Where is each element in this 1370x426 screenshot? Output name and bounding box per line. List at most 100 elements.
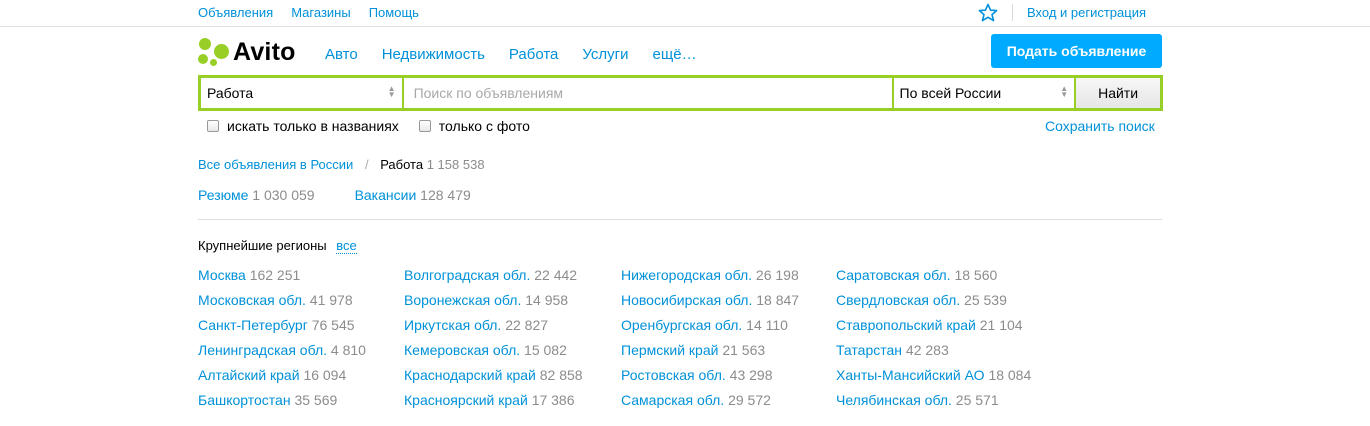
login-link[interactable]: Вход и регистрация	[1027, 5, 1146, 20]
checkbox-with-photo[interactable]	[418, 120, 431, 132]
region-link[interactable]: Самарская обл.	[621, 392, 724, 408]
region-item: Волгоградская обл. 22 442	[404, 267, 583, 292]
region-item: Красноярский край 17 386	[404, 392, 583, 417]
subcategory-item: Резюме 1 030 059	[198, 187, 315, 203]
region-count: 82 858	[539, 367, 583, 383]
region-item: Иркутская обл. 22 827	[404, 317, 583, 342]
region-count: 15 082	[524, 342, 567, 358]
region-item: Пермский край 21 563	[621, 342, 799, 367]
region-select[interactable]: По всей России ▲ ▼	[893, 78, 1075, 108]
breadcrumb-separator: /	[364, 157, 369, 172]
divider	[198, 219, 1162, 220]
category-select[interactable]: Работа ▲ ▼	[201, 78, 402, 108]
region-link[interactable]: Краснодарский край	[404, 367, 536, 383]
option-with-photo[interactable]: только с фото	[418, 118, 530, 134]
region-item: Алтайский край 16 094	[198, 367, 366, 392]
regions-column: Москва 162 251 Московская обл. 41 978 Санк…	[198, 267, 366, 417]
breadcrumb-current: Работа	[380, 157, 424, 172]
region-link[interactable]: Воронежская обл.	[404, 292, 521, 308]
region-link[interactable]: Нижегородская обл.	[621, 267, 752, 283]
option-photo-label: только с фото	[438, 118, 530, 134]
region-link[interactable]: Челябинская обл.	[836, 392, 952, 408]
region-count: 17 386	[531, 392, 575, 408]
region-item: Воронежская обл. 14 958	[404, 292, 583, 317]
region-value: По всей России	[899, 85, 1002, 101]
region-count: 25 571	[955, 392, 999, 408]
regions-column: Нижегородская обл. 26 198 Новосибирская о…	[621, 267, 799, 417]
region-link[interactable]: Иркутская обл.	[404, 317, 501, 333]
region-item: Свердловская обл. 25 539	[836, 292, 1031, 317]
region-link[interactable]: Оренбургская обл.	[621, 317, 742, 333]
region-link[interactable]: Саратовская обл.	[836, 267, 951, 283]
option-titles-only[interactable]: искать только в названиях	[207, 118, 399, 134]
star-icon[interactable]	[978, 3, 998, 23]
region-link[interactable]: Ставропольский край	[836, 317, 976, 333]
region-count: 41 978	[309, 292, 353, 308]
region-link[interactable]: Ростовская обл.	[621, 367, 726, 383]
region-link[interactable]: Татарстан	[836, 342, 902, 358]
region-count: 162 251	[249, 267, 301, 283]
region-link[interactable]: Башкортостан	[198, 392, 291, 408]
nav-services[interactable]: Услуги	[582, 46, 628, 63]
region-link[interactable]: Москва	[198, 267, 246, 283]
region-link[interactable]: Санкт-Петербург	[198, 317, 308, 333]
post-ad-button[interactable]: Подать объявление	[991, 34, 1162, 68]
region-link[interactable]: Красноярский край	[404, 392, 528, 408]
subcategories: Резюме 1 030 059 Вакансии 128 479	[198, 187, 471, 203]
region-item: Москва 162 251	[198, 267, 366, 292]
search-placeholder: Поиск по объявлениям	[413, 85, 564, 101]
nav-realty[interactable]: Недвижимость	[382, 46, 485, 63]
region-item: Санкт-Петербург 76 545	[198, 317, 366, 342]
top-link-shops[interactable]: Магазины	[291, 5, 351, 20]
nav-more[interactable]: ещё…	[653, 46, 697, 63]
region-item: Саратовская обл. 18 560	[836, 267, 1031, 292]
region-item: Нижегородская обл. 26 198	[621, 267, 799, 292]
breadcrumb: Все объявления в России / Работа 1 158 5…	[198, 157, 485, 172]
region-count: 35 569	[294, 392, 338, 408]
save-search-link[interactable]: Сохранить поиск	[1045, 118, 1155, 134]
logo-dots-icon	[197, 37, 231, 67]
top-link-ads[interactable]: Объявления	[198, 5, 273, 20]
subcategory-link[interactable]: Вакансии	[355, 187, 417, 203]
top-bar: Объявления Магазины Помощь Вход и регист…	[0, 0, 1370, 27]
avito-logo[interactable]: Avito	[197, 36, 307, 68]
select-arrows-icon: ▲ ▼	[387, 84, 396, 99]
region-link[interactable]: Кемеровская обл.	[404, 342, 520, 358]
nav-jobs[interactable]: Работа	[509, 46, 559, 63]
checkbox-titles-only[interactable]	[207, 120, 219, 132]
region-item: Московская обл. 41 978	[198, 292, 366, 317]
region-item: Ставропольский край 21 104	[836, 317, 1031, 342]
region-link[interactable]: Ханты-Мансийский АО	[836, 367, 985, 383]
region-item: Татарстан 42 283	[836, 342, 1031, 367]
region-count: 21 104	[979, 317, 1023, 333]
region-count: 42 283	[905, 342, 949, 358]
region-link[interactable]: Свердловская обл.	[836, 292, 960, 308]
option-titles-label: искать только в названиях	[227, 118, 399, 134]
region-count: 16 094	[303, 367, 347, 383]
breadcrumb-root[interactable]: Все объявления в России	[198, 157, 353, 172]
region-link[interactable]: Новосибирская обл.	[621, 292, 752, 308]
region-count: 25 539	[964, 292, 1007, 308]
region-link[interactable]: Пермский край	[621, 342, 718, 358]
top-divider	[1012, 4, 1013, 21]
regions-all-link[interactable]: все	[336, 238, 357, 254]
subcategory-count: 1 030 059	[252, 187, 315, 203]
search-options: искать только в названиях только с фото	[207, 118, 530, 134]
region-link[interactable]: Волгоградская обл.	[404, 267, 530, 283]
main-nav: Авто Недвижимость Работа Услуги ещё…	[325, 46, 721, 63]
regions-heading: Крупнейшие регионы все	[198, 238, 357, 254]
search-input[interactable]: Поиск по объявлениям	[403, 78, 892, 108]
find-button[interactable]: Найти	[1076, 78, 1160, 108]
nav-auto[interactable]: Авто	[325, 46, 358, 63]
region-link[interactable]: Алтайский край	[198, 367, 300, 383]
top-nav: Объявления Магазины Помощь	[198, 5, 419, 20]
region-link[interactable]: Ленинградская обл.	[198, 342, 327, 358]
region-item: Башкортостан 35 569	[198, 392, 366, 417]
region-count: 22 442	[534, 267, 578, 283]
region-item: Кемеровская обл. 15 082	[404, 342, 583, 367]
region-link[interactable]: Московская обл.	[198, 292, 306, 308]
region-count: 18 847	[756, 292, 800, 308]
top-link-help[interactable]: Помощь	[369, 5, 419, 20]
region-item: Краснодарский край 82 858	[404, 367, 583, 392]
subcategory-link[interactable]: Резюме	[198, 187, 248, 203]
